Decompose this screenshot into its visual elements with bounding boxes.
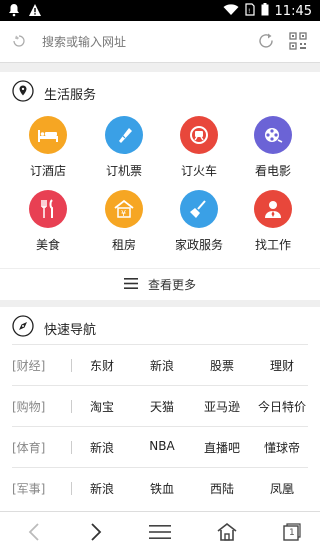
service-housekeeping[interactable]: 家政服务 bbox=[159, 190, 239, 253]
nav-link[interactable]: 股票 bbox=[190, 357, 254, 374]
back-button[interactable] bbox=[22, 520, 46, 544]
hamburger-icon bbox=[149, 525, 171, 539]
house-yen-icon: ¥ bbox=[105, 190, 143, 228]
nav-link[interactable]: 理财 bbox=[250, 357, 314, 374]
service-label: 订火车 bbox=[180, 164, 217, 178]
home-button[interactable] bbox=[215, 520, 239, 544]
nav-link[interactable]: 西陆 bbox=[190, 480, 254, 497]
globe-icon bbox=[12, 33, 26, 52]
chevron-left-icon bbox=[28, 523, 39, 541]
nav-row-sports: [体育] 新浪 NBA 直播吧 懂球帝 bbox=[12, 426, 308, 467]
service-label: 找工作 bbox=[254, 238, 291, 252]
quick-nav-card: 快速导航 [财经] 东财 新浪 股票 理财 [购物] 淘宝 天猫 亚马逊 今日特… bbox=[0, 307, 320, 511]
service-label: 家政服务 bbox=[174, 238, 223, 252]
nav-category: [购物] bbox=[12, 400, 46, 414]
nav-category: [军事] bbox=[12, 482, 46, 496]
nav-link[interactable]: 直播吧 bbox=[190, 439, 254, 456]
nav-row-shopping: [购物] 淘宝 天猫 亚马逊 今日特价 bbox=[12, 385, 308, 426]
nav-link[interactable]: 东财 bbox=[70, 357, 134, 374]
home-icon bbox=[217, 522, 237, 541]
battery-icon bbox=[261, 3, 269, 19]
nav-link[interactable]: 天猫 bbox=[130, 398, 194, 415]
forward-button[interactable] bbox=[84, 520, 108, 544]
service-label: 订机票 bbox=[105, 164, 142, 178]
nav-link[interactable]: NBA bbox=[130, 439, 194, 453]
broom-icon bbox=[180, 190, 218, 228]
view-more-label: 查看更多 bbox=[147, 278, 196, 292]
sim-icon: ! bbox=[244, 3, 255, 19]
svg-text:!: ! bbox=[248, 8, 250, 15]
bottom-toolbar: 1 bbox=[0, 511, 320, 550]
life-services-title: 生活服务 bbox=[44, 87, 97, 103]
nav-link[interactable]: 新浪 bbox=[70, 439, 134, 456]
nav-row-finance: [财经] 东财 新浪 股票 理财 bbox=[12, 344, 308, 385]
service-label: 订酒店 bbox=[29, 164, 66, 178]
train-icon bbox=[180, 116, 218, 154]
compass-icon bbox=[12, 315, 34, 341]
status-bar: ! 11:45 bbox=[0, 0, 320, 21]
service-label: 租房 bbox=[111, 238, 136, 252]
warning-icon bbox=[28, 3, 42, 20]
service-label: 看电影 bbox=[254, 164, 291, 178]
person-tie-icon bbox=[254, 190, 292, 228]
refresh-icon[interactable] bbox=[256, 31, 276, 55]
service-label: 美食 bbox=[35, 238, 60, 252]
wifi-icon bbox=[223, 3, 239, 19]
qr-scan-icon[interactable] bbox=[288, 31, 308, 55]
nav-link[interactable]: 懂球帝 bbox=[250, 439, 314, 456]
service-flight[interactable]: 订机票 bbox=[84, 116, 164, 179]
life-services-card: 生活服务 订酒店 订机票 订火车 看电影 美食 ¥ 租房 家政服务 找工作 查看… bbox=[0, 72, 320, 300]
nav-row-military: [军事] 新浪 铁血 西陆 凤凰 bbox=[12, 467, 308, 508]
nav-category: [体育] bbox=[12, 441, 46, 455]
menu-lines-icon bbox=[123, 277, 138, 292]
notification-bell-icon bbox=[8, 3, 20, 20]
search-input[interactable]: 搜索或输入网址 bbox=[42, 33, 126, 50]
location-pin-icon bbox=[12, 80, 34, 106]
service-jobs[interactable]: 找工作 bbox=[233, 190, 313, 253]
service-rent[interactable]: ¥ 租房 bbox=[84, 190, 164, 253]
bed-icon bbox=[29, 116, 67, 154]
ticket-icon bbox=[105, 116, 143, 154]
life-services-header: 生活服务 bbox=[12, 80, 96, 106]
quick-nav-title: 快速导航 bbox=[44, 322, 97, 338]
nav-link[interactable]: 淘宝 bbox=[70, 398, 134, 415]
service-train[interactable]: 订火车 bbox=[159, 116, 239, 179]
nav-link[interactable]: 凤凰 bbox=[250, 480, 314, 497]
nav-link[interactable]: 今日特价 bbox=[250, 398, 314, 415]
service-hotel[interactable]: 订酒店 bbox=[8, 116, 88, 179]
service-food[interactable]: 美食 bbox=[8, 190, 88, 253]
nav-list: [财经] 东财 新浪 股票 理财 [购物] 淘宝 天猫 亚马逊 今日特价 [体育… bbox=[12, 344, 308, 508]
cutlery-icon bbox=[29, 190, 67, 228]
tabs-button[interactable]: 1 bbox=[280, 520, 304, 544]
nav-link[interactable]: 亚马逊 bbox=[190, 398, 254, 415]
status-time: 11:45 bbox=[274, 3, 312, 19]
service-movie[interactable]: 看电影 bbox=[233, 116, 313, 179]
menu-button[interactable] bbox=[148, 520, 172, 544]
svg-text:¥: ¥ bbox=[121, 209, 126, 218]
view-more-button[interactable]: 查看更多 bbox=[0, 268, 320, 300]
nav-category: [财经] bbox=[12, 359, 46, 373]
chevron-right-icon bbox=[91, 523, 102, 541]
quick-nav-header: 快速导航 bbox=[12, 315, 96, 341]
nav-link[interactable]: 新浪 bbox=[70, 480, 134, 497]
nav-link[interactable]: 铁血 bbox=[130, 480, 194, 497]
nav-link[interactable]: 新浪 bbox=[130, 357, 194, 374]
address-bar[interactable]: 搜索或输入网址 bbox=[0, 21, 320, 63]
tab-count: 1 bbox=[289, 528, 295, 538]
film-reel-icon bbox=[254, 116, 292, 154]
